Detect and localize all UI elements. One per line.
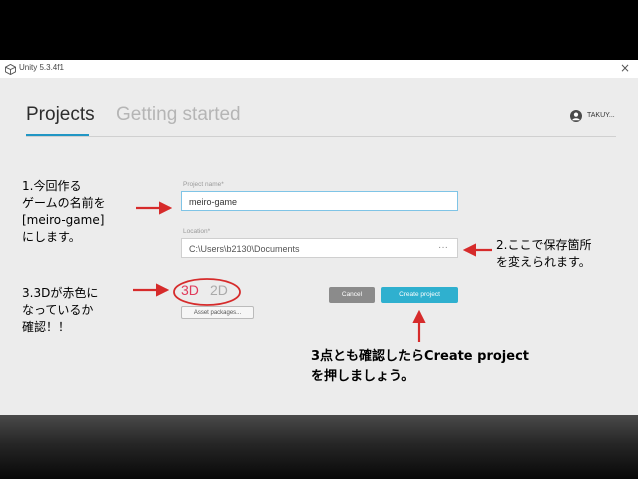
unity-launcher-window: Unity 5.3.4f1 × Projects Getting started… xyxy=(0,60,638,415)
annotation-line: 3点とも確認したらCreate project xyxy=(311,349,529,364)
annotation-line: ゲームの名前を xyxy=(22,196,106,210)
mode-2d-toggle[interactable]: 2D xyxy=(210,282,228,298)
annotation-create-project: 3点とも確認したらCreate project を押しましょう。 xyxy=(311,347,529,387)
create-project-button[interactable]: Create project xyxy=(381,287,458,303)
project-name-input[interactable]: meiro-game xyxy=(181,191,458,211)
tab-projects[interactable]: Projects xyxy=(26,104,95,126)
annotation-location: 2.ここで保存箇所 を変えられます。 xyxy=(496,237,591,271)
location-input[interactable]: C:\Users\b2130\Documents ··· xyxy=(181,238,458,258)
user-name[interactable]: TAKUY... xyxy=(587,112,615,119)
header-divider xyxy=(26,136,616,137)
annotation-line: にします。 xyxy=(22,230,81,244)
close-icon[interactable]: × xyxy=(620,61,630,75)
annotation-project-name: 1.今回作る ゲームの名前を [meiro-game] にします。 xyxy=(22,178,106,246)
annotation-line: 確認！！ xyxy=(22,320,71,334)
project-name-label: Project name* xyxy=(183,181,224,188)
annotation-line: を変えられます。 xyxy=(496,255,591,269)
location-label: Location* xyxy=(183,228,211,235)
annotation-line: を押しましょう。 xyxy=(311,369,415,384)
location-value: C:\Users\b2130\Documents xyxy=(189,244,300,254)
annotation-line: 2.ここで保存箇所 xyxy=(496,238,592,252)
unity-logo-icon xyxy=(5,64,16,75)
cancel-button[interactable]: Cancel xyxy=(329,287,375,303)
annotation-line: 1.今回作る xyxy=(22,179,82,193)
titlebar: Unity 5.3.4f1 × xyxy=(0,60,638,78)
user-avatar-icon[interactable] xyxy=(570,110,582,122)
annotation-3d-check: 3.3Dが赤色に なっているか 確認！！ xyxy=(22,285,98,336)
annotation-line: なっているか xyxy=(22,303,94,317)
browse-location-button[interactable]: ··· xyxy=(438,242,448,253)
window-title: Unity 5.3.4f1 xyxy=(19,63,64,72)
tab-getting-started[interactable]: Getting started xyxy=(116,104,241,126)
slide-bottom-gradient xyxy=(0,415,638,479)
annotation-line: [meiro-game] xyxy=(22,213,105,227)
asset-packages-button[interactable]: Asset packages... xyxy=(181,306,254,319)
annotation-line: 3.3Dが赤色に xyxy=(22,286,99,300)
mode-3d-toggle[interactable]: 3D xyxy=(181,282,199,298)
